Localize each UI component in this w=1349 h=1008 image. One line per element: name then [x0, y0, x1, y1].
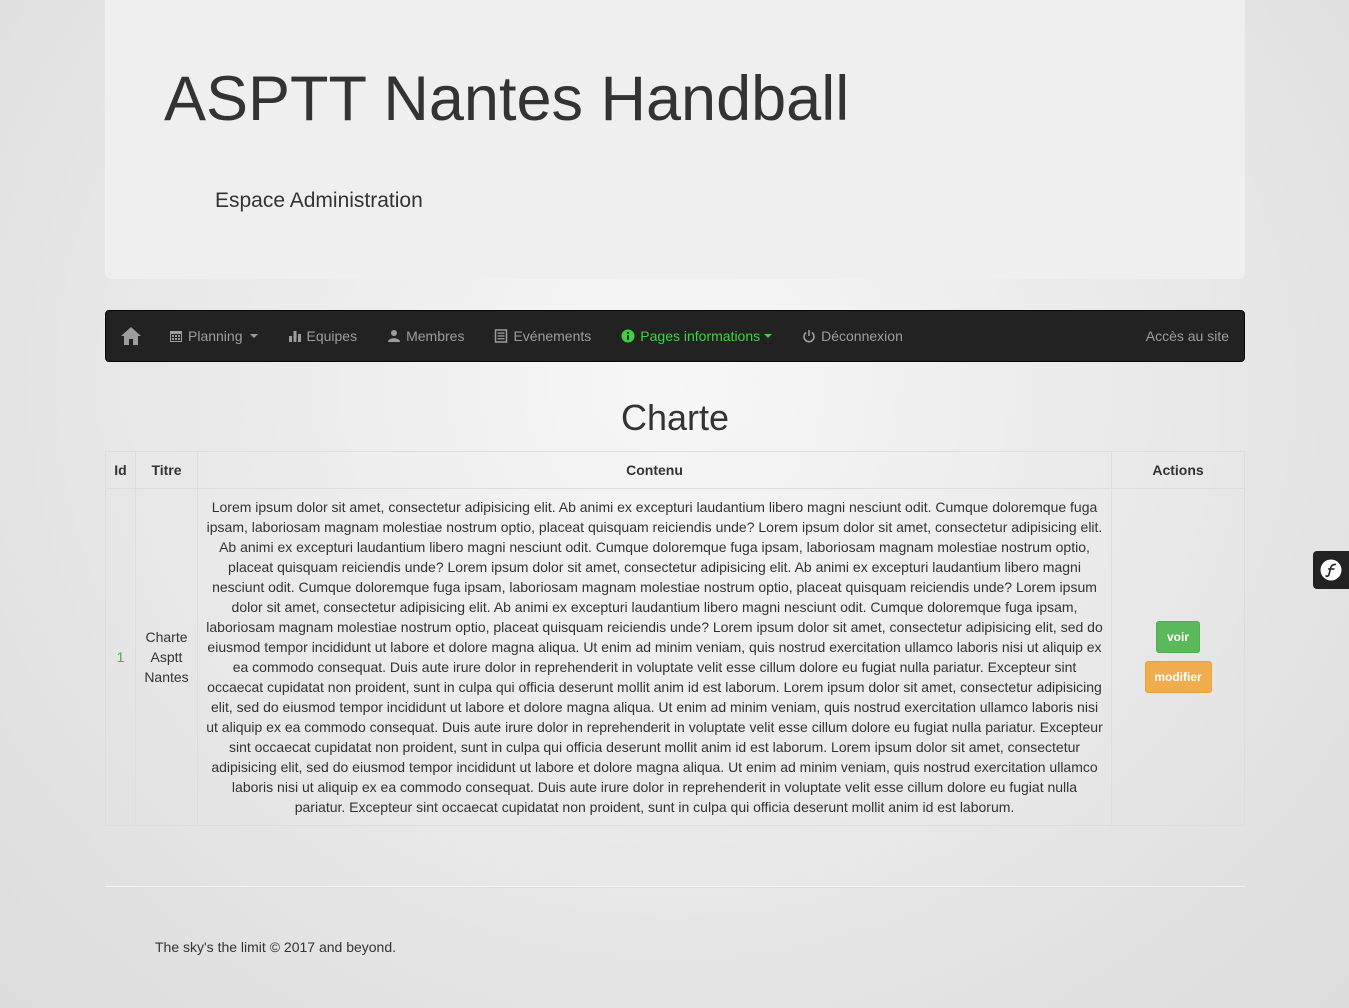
column-header-contenu: Contenu — [197, 451, 1112, 489]
page-title: Charte — [620, 397, 730, 438]
nav-item-deconnexion[interactable]: Déconnexion — [787, 311, 918, 361]
nav-item-label: Membres — [406, 328, 465, 344]
list-icon — [494, 329, 508, 343]
chevron-down-icon — [764, 334, 773, 338]
column-header-actions: Actions — [1111, 451, 1245, 489]
footer-text: The sky's the limit © 2017 and beyond. — [155, 939, 397, 955]
column-header-id: Id — [105, 451, 136, 489]
main-navbar: Planning Equipes Membres Evénements Page… — [105, 310, 1245, 362]
debug-toolbar-toggle[interactable] — [1313, 551, 1349, 589]
calendar-icon — [169, 329, 183, 343]
nav-item-label: Déconnexion — [821, 328, 903, 344]
stats-icon — [288, 329, 302, 343]
nav-item-pages-informations[interactable]: Pages informations — [606, 311, 787, 361]
table-row: 1 Charte Asptt Nantes Lorem ipsum dolor … — [105, 488, 1245, 826]
cell-titre: Charte Asptt Nantes — [135, 488, 198, 826]
nav-item-planning[interactable]: Planning — [154, 311, 273, 361]
cell-id-link[interactable]: 1 — [105, 488, 136, 826]
nav-item-label: Equipes — [306, 328, 358, 344]
nav-item-label: Evénements — [513, 328, 592, 344]
site-subtitle: Espace Administration — [215, 189, 423, 212]
header-jumbotron: ASPTT Nantes Handball Espace Administrat… — [105, 0, 1245, 279]
pages-table: Id Titre Contenu Actions 1 Charte Asptt … — [105, 451, 1245, 826]
table-header-row: Id Titre Contenu Actions — [105, 451, 1245, 489]
site-title: ASPTT Nantes Handball — [164, 64, 850, 134]
nav-item-label: Pages informations — [640, 328, 761, 344]
footer-divider — [105, 886, 1245, 888]
site-access-link[interactable]: Accès au site — [1146, 311, 1229, 361]
edit-button[interactable]: modifier — [1144, 661, 1212, 693]
nav-item-membres[interactable]: Membres — [372, 311, 479, 361]
chevron-down-icon — [249, 334, 258, 338]
user-icon — [387, 329, 401, 343]
nav-menu: Planning Equipes Membres Evénements Page… — [154, 311, 918, 361]
symfony-logo-icon — [1320, 559, 1342, 581]
view-button[interactable]: voir — [1156, 621, 1200, 653]
info-icon — [621, 329, 635, 343]
cell-actions: voir modifier — [1111, 488, 1245, 826]
nav-item-label: Planning — [188, 328, 243, 344]
nav-item-evenements[interactable]: Evénements — [479, 311, 606, 361]
home-icon[interactable] — [120, 326, 142, 346]
power-icon — [802, 329, 816, 343]
cell-contenu: Lorem ipsum dolor sit amet, consectetur … — [197, 488, 1112, 826]
nav-item-equipes[interactable]: Equipes — [273, 311, 373, 361]
column-header-titre: Titre — [135, 451, 198, 489]
